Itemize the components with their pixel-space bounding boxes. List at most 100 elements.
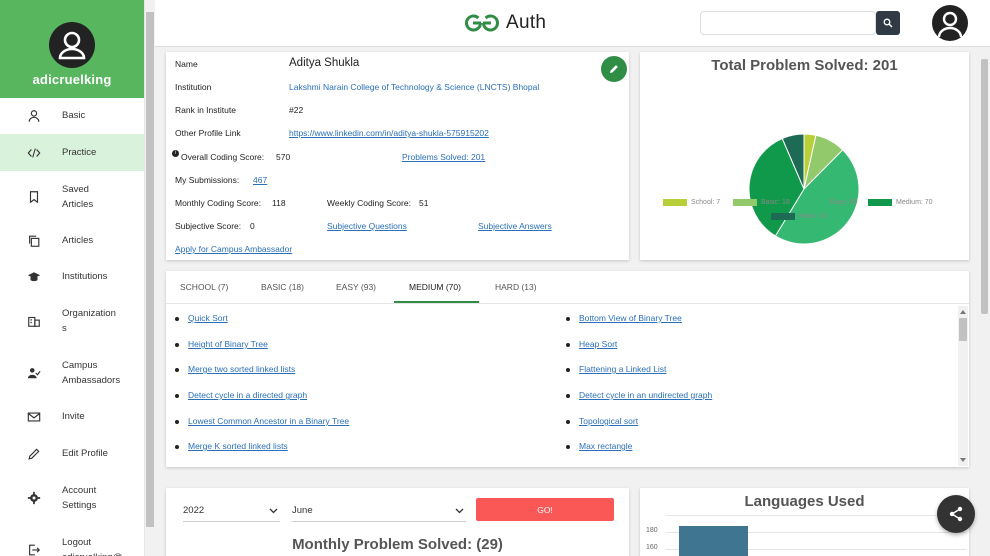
person-check-icon	[26, 365, 42, 381]
legend-label: Hard: 13	[799, 213, 826, 220]
month-select[interactable]: June	[292, 500, 466, 522]
problem-link[interactable]: Lowest Common Ancestor in a Binary Tree	[188, 416, 349, 426]
y-tick-label: 160	[646, 544, 658, 551]
sidebar-scrollbar[interactable]	[145, 0, 155, 556]
sidebar-item-account-settings[interactable]: Account Settings	[0, 472, 144, 524]
logo-text: Auth	[506, 12, 547, 33]
problem-link[interactable]: Merge two sorted linked lists	[188, 364, 295, 374]
tabs-divider	[166, 303, 969, 304]
chevron-down-icon	[269, 508, 278, 514]
list-bullet	[175, 394, 179, 398]
problem-link[interactable]: Flattening a Linked List	[579, 364, 666, 374]
sidebar-item-articles[interactable]: Articles	[0, 223, 144, 259]
tab-hard[interactable]: HARD (13)	[495, 282, 537, 292]
sidebar-username: adicruelking	[32, 72, 112, 87]
sidebar-item-label: Institutions	[62, 271, 108, 283]
tab-medium[interactable]: MEDIUM (70)	[409, 282, 461, 292]
problems-scrollbar[interactable]	[958, 306, 968, 466]
sidebar-item-campus-ambassadors[interactable]: Campus Ambassadors	[0, 347, 144, 399]
legend-swatch	[868, 199, 892, 206]
legend-label: Easy: 93	[830, 199, 858, 206]
sidebar-item-organization-s[interactable]: Organization s	[0, 295, 144, 347]
tab-school[interactable]: SCHOOL (7)	[180, 282, 228, 292]
gridline	[666, 515, 966, 516]
legend-swatch	[663, 199, 687, 206]
languages-title: Languages Used	[744, 493, 865, 510]
problem-link[interactable]: Quick Sort	[188, 313, 228, 323]
list-bullet	[566, 445, 570, 449]
submissions-link[interactable]: 467	[253, 175, 267, 185]
sidebar-item-institutions[interactable]: Institutions	[0, 259, 144, 295]
edit-profile-button[interactable]	[601, 56, 627, 82]
legend-item[interactable]: Basic: 18	[733, 199, 790, 206]
submissions-label: My Submissions:	[175, 175, 240, 185]
tab-easy[interactable]: EASY (93)	[336, 282, 376, 292]
sidebar-item-practice[interactable]: Practice	[0, 134, 144, 171]
search-button[interactable]	[876, 11, 900, 35]
sidebar-item-label: Basic	[62, 110, 86, 122]
legend-item[interactable]: Easy: 93	[802, 199, 857, 206]
subjective-questions-link[interactable]: Subjective Questions	[327, 221, 407, 231]
sidebar-item-saved-articles[interactable]: Saved Articles	[0, 171, 144, 223]
problems-solved-link[interactable]: Problems Solved: 201	[402, 152, 485, 162]
problem-link[interactable]: Height of Binary Tree	[188, 339, 268, 349]
subjective-score-value: 0	[250, 221, 255, 231]
sidebar-header: adicruelking	[0, 0, 144, 98]
go-button[interactable]: GO!	[476, 498, 614, 521]
gfg-logo-icon	[465, 14, 499, 32]
legend-label: Medium: 70	[896, 199, 933, 206]
year-select[interactable]: 2022	[183, 500, 280, 522]
weekly-score-value: 51	[419, 198, 429, 208]
sidebar-item-label: Account Settings	[62, 484, 97, 512]
legend-item[interactable]: School: 7	[663, 199, 720, 206]
tab-basic[interactable]: BASIC (18)	[261, 282, 304, 292]
list-bullet	[175, 445, 179, 449]
building-icon	[26, 313, 42, 329]
problem-link[interactable]: Detect cycle in a directed graph	[188, 390, 307, 400]
year-value: 2022	[183, 505, 205, 516]
chevron-down-icon	[455, 508, 464, 514]
languages-card: Languages Used 180 160	[640, 488, 969, 556]
sidebar-item-label: Practice	[62, 146, 97, 158]
sidebar-item-label: Organization s	[62, 307, 116, 335]
logout-icon	[26, 542, 42, 556]
info-icon[interactable]: i	[172, 150, 179, 157]
pie-chart	[748, 133, 860, 245]
institution-value[interactable]: Lakshmi Narain College of Technology & S…	[289, 82, 539, 92]
main-scrollbar[interactable]	[979, 47, 990, 556]
sidebar-item-edit-profile[interactable]: Edit Profile	[0, 435, 144, 472]
avatar[interactable]	[49, 22, 95, 68]
institution-label: Institution	[175, 82, 212, 92]
search-icon	[883, 18, 893, 28]
monthly-card: 2022 June GO! Monthly Problem Solved: (2…	[166, 488, 629, 556]
sidebar-item-invite[interactable]: Invite	[0, 399, 144, 435]
problem-link[interactable]: Max rectangle	[579, 441, 632, 451]
share-icon	[949, 506, 963, 522]
legend-label: Basic: 18	[761, 199, 790, 206]
rank-label: Rank in Institute	[175, 105, 236, 115]
problem-link[interactable]: Bottom View of Binary Tree	[579, 313, 682, 323]
subjective-answers-link[interactable]: Subjective Answers	[478, 221, 552, 231]
logo[interactable]: Auth	[464, 12, 546, 34]
legend-item[interactable]: Medium: 70	[868, 199, 933, 206]
header-avatar[interactable]	[932, 5, 968, 41]
legend-item[interactable]: Hard: 13	[771, 213, 826, 220]
sidebar-item-logout-adicruelking[interactable]: Logoutadicruelking@	[0, 524, 144, 556]
search-input[interactable]	[700, 11, 876, 35]
school-icon	[26, 269, 42, 285]
problem-link[interactable]: Detect cycle in an undirected graph	[579, 390, 712, 400]
share-button[interactable]	[937, 495, 975, 533]
sidebar-item-basic[interactable]: Basic	[0, 98, 144, 134]
sidebar-item-label: Logoutadicruelking@	[62, 536, 122, 556]
subjective-score-label: Subjective Score:	[175, 221, 242, 231]
sidebar-item-label: Edit Profile	[62, 447, 108, 459]
problem-link[interactable]: Merge K sorted linked lists	[188, 441, 288, 451]
list-bullet	[175, 343, 179, 347]
linkedin-link[interactable]: https://www.linkedin.com/in/aditya-shukl…	[289, 128, 489, 138]
problem-link[interactable]: Heap Sort	[579, 339, 617, 349]
person-icon	[26, 108, 42, 124]
campus-ambassador-link[interactable]: Apply for Campus Ambassador	[175, 244, 292, 254]
weekly-score-label: Weekly Coding Score:	[327, 198, 411, 208]
legend-swatch	[771, 213, 795, 220]
problem-link[interactable]: Topological sort	[579, 416, 638, 426]
